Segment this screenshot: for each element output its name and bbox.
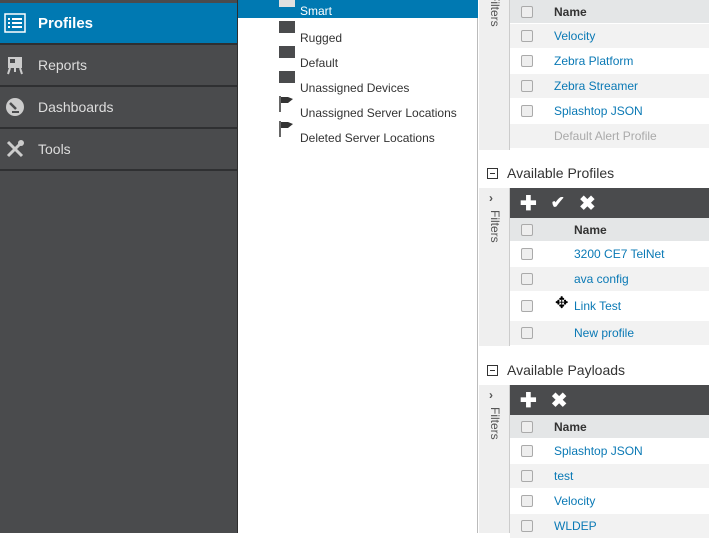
tree-item-deleted-server-locations[interactable]: Deleted Server Locations <box>238 121 478 150</box>
table-row[interactable]: Zebra Platform <box>510 49 709 74</box>
sidebar: Profiles Reports Dashboards Tools <box>0 0 238 533</box>
folder-icon <box>279 21 295 33</box>
drag-handle-icon[interactable]: ✥ <box>555 293 574 313</box>
filters-toggle[interactable]: › Filters <box>479 188 510 346</box>
list-icon <box>4 12 26 34</box>
row-checkbox[interactable] <box>521 248 533 260</box>
folder-icon <box>279 71 295 83</box>
row-checkbox[interactable] <box>521 327 533 339</box>
table-row[interactable]: test <box>510 464 709 489</box>
select-all-checkbox[interactable] <box>521 223 533 236</box>
row-checkbox[interactable] <box>521 300 533 312</box>
row-checkbox[interactable] <box>521 30 533 42</box>
tree-item-unassigned-devices[interactable]: Unassigned Devices <box>238 71 478 100</box>
sidebar-item-label: Profiles <box>38 14 94 32</box>
table-row[interactable]: 3200 CE7 TelNet <box>510 242 709 267</box>
add-icon[interactable]: ✚ <box>520 191 537 216</box>
available-profiles-grid: ✚ ✔ ✖ Name 3200 CE7 TelNet ava config ✥ Lin… <box>510 188 709 346</box>
tree-item-default[interactable]: Default <box>238 46 478 75</box>
table-row[interactable]: Velocity <box>510 489 709 514</box>
toolbar: ✚ ✔ ✖ <box>510 188 709 218</box>
row-checkbox[interactable] <box>521 495 533 507</box>
sidebar-item-reports[interactable]: Reports <box>0 45 237 87</box>
table-row: Default Alert Profile <box>510 124 709 149</box>
filters-toggle[interactable]: › Filters <box>479 385 510 533</box>
alert-profiles-grid: Name Velocity Zebra Platform Zebra Strea… <box>510 0 709 149</box>
table-row[interactable]: WLDEP <box>510 514 709 539</box>
tree-item-unassigned-server-locations[interactable]: Unassigned Server Locations <box>238 96 478 125</box>
select-all-checkbox[interactable] <box>521 420 533 433</box>
tree-item-rugged[interactable]: Rugged <box>238 21 478 50</box>
sidebar-item-label: Reports <box>38 57 88 73</box>
delete-icon[interactable]: ✖ <box>551 388 568 413</box>
row-checkbox[interactable] <box>521 80 533 92</box>
available-profiles-header[interactable]: Available Profiles <box>479 160 709 186</box>
folder-tree: Smart Rugged Default Unassigned Devices … <box>238 0 478 533</box>
table-row[interactable]: Splashtop JSON <box>510 439 709 464</box>
delete-icon[interactable]: ✖ <box>579 191 596 216</box>
add-icon[interactable]: ✚ <box>520 388 537 413</box>
row-checkbox[interactable] <box>521 520 533 532</box>
check-icon[interactable]: ✔ <box>551 193 565 213</box>
select-all-checkbox[interactable] <box>521 5 533 18</box>
table-row[interactable]: ava config <box>510 267 709 292</box>
filters-toggle[interactable]: Filters <box>479 0 510 150</box>
alert-profiles-section: Filters Name Velocity Zebra Platform Zeb… <box>479 0 709 150</box>
table-row[interactable]: Zebra Streamer <box>510 74 709 99</box>
sidebar-item-dashboards[interactable]: Dashboards <box>0 87 237 129</box>
table-row[interactable]: Velocity <box>510 24 709 49</box>
flag-icon <box>279 96 295 112</box>
table-row[interactable]: ✥ Link Test <box>510 292 709 321</box>
sidebar-item-tools[interactable]: Tools <box>0 129 237 171</box>
folder-icon <box>279 46 295 58</box>
header-row: Name <box>510 0 709 24</box>
folder-icon <box>279 0 295 7</box>
table-row[interactable]: Splashtop JSON <box>510 99 709 124</box>
header-row: Name <box>510 415 709 439</box>
toolbar: ✚ ✖ <box>510 385 709 415</box>
table-row[interactable]: New profile <box>510 321 709 346</box>
chevron-right-icon: › <box>489 388 493 402</box>
available-profiles-section: › Filters ✚ ✔ ✖ Name 3200 CE7 TelNet ava co… <box>479 188 709 346</box>
sidebar-item-label: Dashboards <box>38 99 114 115</box>
easel-icon <box>4 54 26 76</box>
sidebar-item-profiles[interactable]: Profiles <box>0 3 237 45</box>
row-checkbox[interactable] <box>521 105 533 117</box>
tree-item-smart[interactable]: Smart <box>238 0 478 18</box>
row-checkbox[interactable] <box>521 445 533 457</box>
available-payloads-header[interactable]: Available Payloads <box>479 357 709 383</box>
row-checkbox[interactable] <box>521 273 533 285</box>
flag-icon <box>279 121 295 137</box>
available-payloads-section: › Filters ✚ ✖ Name Splashtop JSON test Vel… <box>479 385 709 539</box>
collapse-icon[interactable] <box>487 167 498 179</box>
row-checkbox[interactable] <box>521 55 533 67</box>
gauge-icon <box>4 96 26 118</box>
tools-icon <box>4 138 26 160</box>
collapse-icon[interactable] <box>487 364 498 376</box>
right-panel: Filters Name Velocity Zebra Platform Zeb… <box>479 0 709 539</box>
row-checkbox[interactable] <box>521 470 533 482</box>
available-payloads-grid: ✚ ✖ Name Splashtop JSON test Velocity WLD… <box>510 385 709 539</box>
header-row: Name <box>510 218 709 242</box>
sidebar-item-label: Tools <box>38 141 71 157</box>
chevron-right-icon: › <box>489 191 493 205</box>
